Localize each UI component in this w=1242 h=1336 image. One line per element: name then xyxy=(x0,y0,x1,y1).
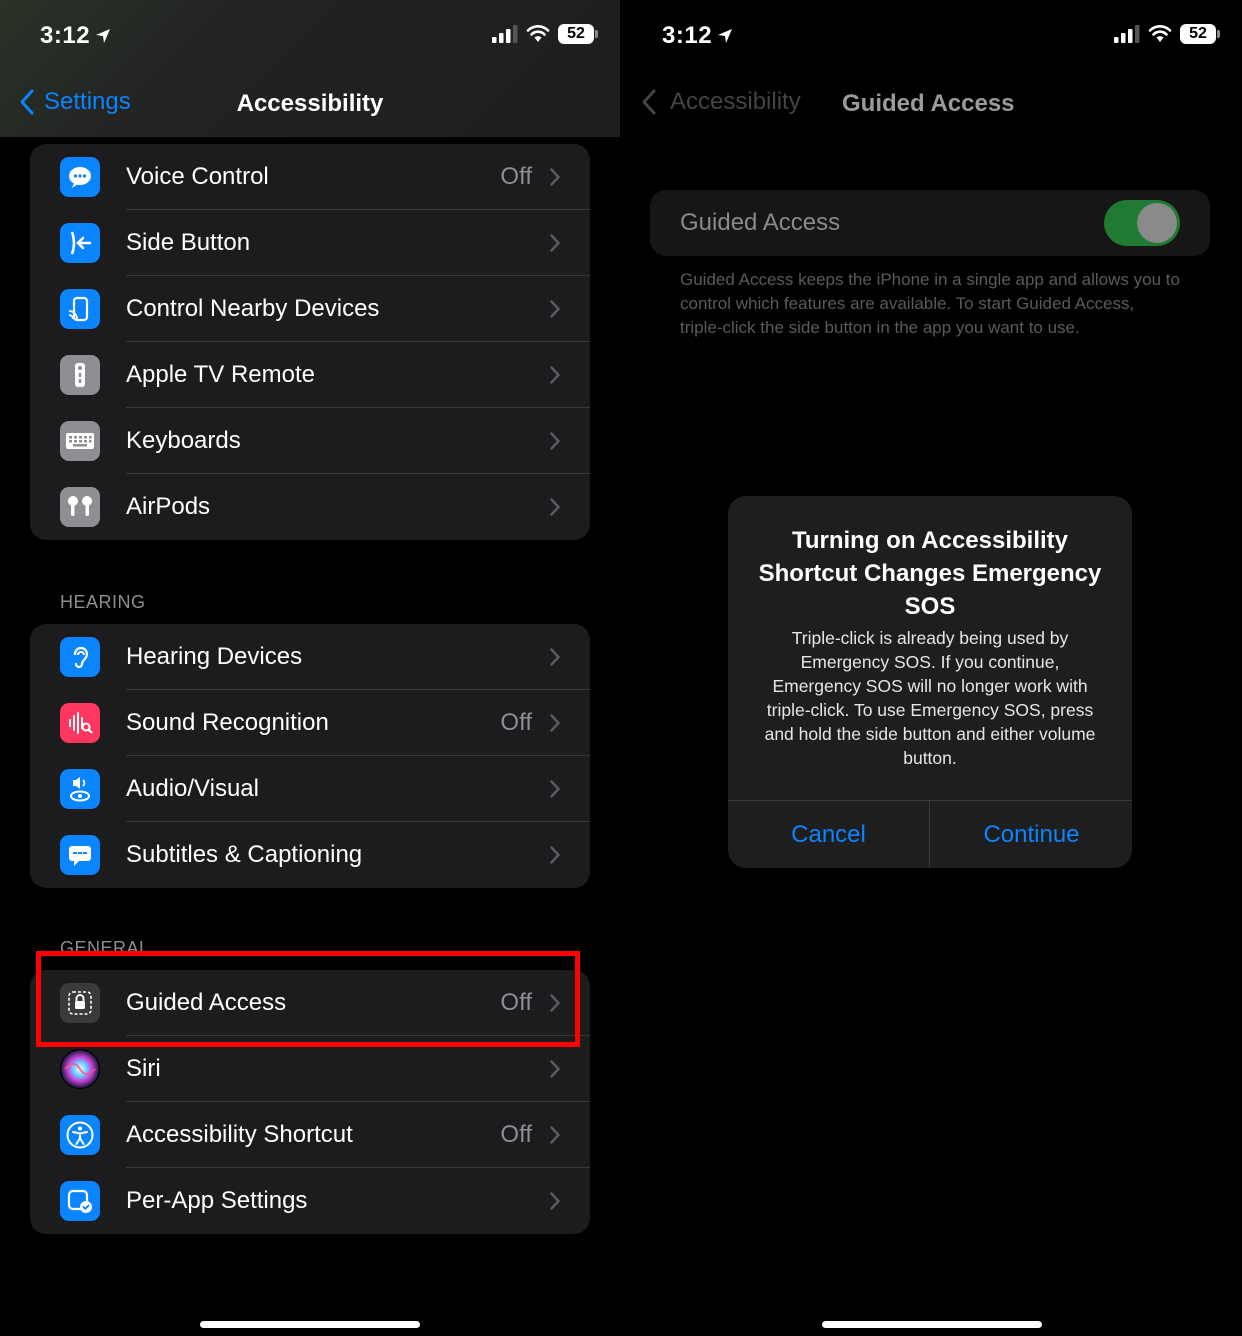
voice-control-icon xyxy=(60,157,100,197)
battery-level: 52 xyxy=(1189,25,1207,42)
chevron-right-icon xyxy=(550,432,560,450)
home-indicator xyxy=(200,1321,420,1328)
chevron-right-icon xyxy=(550,714,560,732)
description-text: Guided Access keeps the iPhone in a sing… xyxy=(680,270,1180,337)
airpods-icon xyxy=(60,487,100,527)
row-label: Apple TV Remote xyxy=(126,361,315,388)
siri-icon xyxy=(60,1049,100,1089)
chevron-right-icon xyxy=(550,168,560,186)
guided-access-screen: 3:12 52 Accessibility Guided Access Guid… xyxy=(622,0,1242,1336)
status-time-text: 3:12 xyxy=(40,22,91,49)
row-label: Control Nearby Devices xyxy=(126,295,380,322)
audio-visual-icon xyxy=(60,769,100,809)
location-arrow-icon xyxy=(718,29,733,43)
row-sound-recognition[interactable]: Sound Recognition Off xyxy=(30,690,590,756)
chevron-right-icon xyxy=(550,1060,560,1078)
chevron-right-icon xyxy=(550,648,560,666)
toggle-label: Guided Access xyxy=(680,209,841,236)
page-title: Guided Access xyxy=(842,90,1015,117)
alert-message: Triple-click is already being used by Em… xyxy=(764,628,1096,768)
chevron-right-icon xyxy=(550,846,560,864)
ear-icon xyxy=(60,637,100,677)
navigation-bar: 3:12 52 Settings Accessibility xyxy=(0,0,620,137)
highlight-box xyxy=(36,951,580,1047)
row-label: AirPods xyxy=(126,493,211,520)
location-arrow-icon xyxy=(96,29,111,43)
section-header-hearing: HEARING xyxy=(60,592,146,612)
per-app-icon xyxy=(60,1181,100,1221)
interaction-group: Voice Control Off Side Button Control Ne… xyxy=(30,144,590,540)
battery-level: 52 xyxy=(567,25,585,42)
status-bar: 3:12 52 xyxy=(0,0,620,70)
row-control-nearby-devices[interactable]: Control Nearby Devices xyxy=(30,276,590,342)
row-label: Accessibility Shortcut xyxy=(126,1121,353,1148)
page-title: Accessibility xyxy=(236,90,384,117)
row-airpods[interactable]: AirPods xyxy=(30,474,590,540)
row-per-app-settings[interactable]: Per-App Settings xyxy=(30,1168,590,1234)
keyboard-icon xyxy=(60,421,100,461)
accessibility-screen: Voice Control Off Side Button Control Ne… xyxy=(0,0,620,1336)
status-time-text: 3:12 xyxy=(662,22,713,49)
row-accessibility-shortcut[interactable]: Accessibility Shortcut Off xyxy=(30,1102,590,1168)
row-value: Off xyxy=(500,163,532,190)
alert-title: Turning on Accessibility Shortcut Change… xyxy=(758,527,1102,620)
row-hearing-devices[interactable]: Hearing Devices xyxy=(30,624,590,690)
chevron-left-icon xyxy=(642,89,656,115)
continue-button[interactable]: Continue xyxy=(931,801,1132,868)
back-label: Accessibility xyxy=(670,88,801,115)
row-voice-control[interactable]: Voice Control Off xyxy=(30,144,590,210)
guided-access-toggle-row: Guided Access xyxy=(650,190,1210,256)
cellular-signal-icon xyxy=(492,25,518,43)
row-label: Side Button xyxy=(126,229,251,256)
cancel-button[interactable]: Cancel xyxy=(728,801,929,868)
back-button[interactable]: Accessibility xyxy=(640,88,801,116)
cellular-signal-icon xyxy=(1114,25,1140,43)
alert-dialog: Turning on Accessibility Shortcut Change… xyxy=(728,496,1132,868)
row-label: Siri xyxy=(126,1055,161,1082)
guided-access-toggle[interactable] xyxy=(1104,200,1180,246)
row-label: Audio/Visual xyxy=(126,775,259,802)
row-label: Hearing Devices xyxy=(126,643,303,670)
hearing-group: Hearing Devices Sound Recognition Off Au… xyxy=(30,624,590,888)
row-label: Keyboards xyxy=(126,427,241,454)
side-button-icon xyxy=(60,223,100,263)
battery-indicator: 52 xyxy=(1180,24,1220,44)
chevron-right-icon xyxy=(550,780,560,798)
tv-remote-icon xyxy=(60,355,100,395)
sound-recognition-icon xyxy=(60,703,100,743)
chevron-right-icon xyxy=(550,300,560,318)
status-time: 3:12 xyxy=(40,22,112,50)
nearby-devices-icon xyxy=(60,289,100,329)
row-subtitles-captioning[interactable]: Subtitles & Captioning xyxy=(30,822,590,888)
chevron-right-icon xyxy=(550,234,560,252)
battery-indicator: 52 xyxy=(558,24,598,44)
row-side-button[interactable]: Side Button xyxy=(30,210,590,276)
status-bar: 3:12 52 xyxy=(622,0,1242,70)
row-keyboards[interactable]: Keyboards xyxy=(30,408,590,474)
status-time: 3:12 xyxy=(662,22,734,50)
row-apple-tv-remote[interactable]: Apple TV Remote xyxy=(30,342,590,408)
row-value: Off xyxy=(500,1121,532,1148)
captions-icon xyxy=(60,835,100,875)
chevron-right-icon xyxy=(550,1126,560,1144)
row-label: Sound Recognition xyxy=(126,709,329,736)
chevron-right-icon xyxy=(550,1192,560,1210)
chevron-right-icon xyxy=(550,498,560,516)
accessibility-icon xyxy=(60,1115,100,1155)
wifi-icon xyxy=(1148,25,1172,42)
home-indicator xyxy=(822,1321,1042,1328)
chevron-right-icon xyxy=(550,366,560,384)
wifi-icon xyxy=(526,25,550,42)
row-value: Off xyxy=(500,709,532,736)
row-label: Voice Control xyxy=(126,163,269,190)
row-label: Subtitles & Captioning xyxy=(126,841,363,868)
row-audio-visual[interactable]: Audio/Visual xyxy=(30,756,590,822)
row-label: Per-App Settings xyxy=(126,1187,308,1214)
